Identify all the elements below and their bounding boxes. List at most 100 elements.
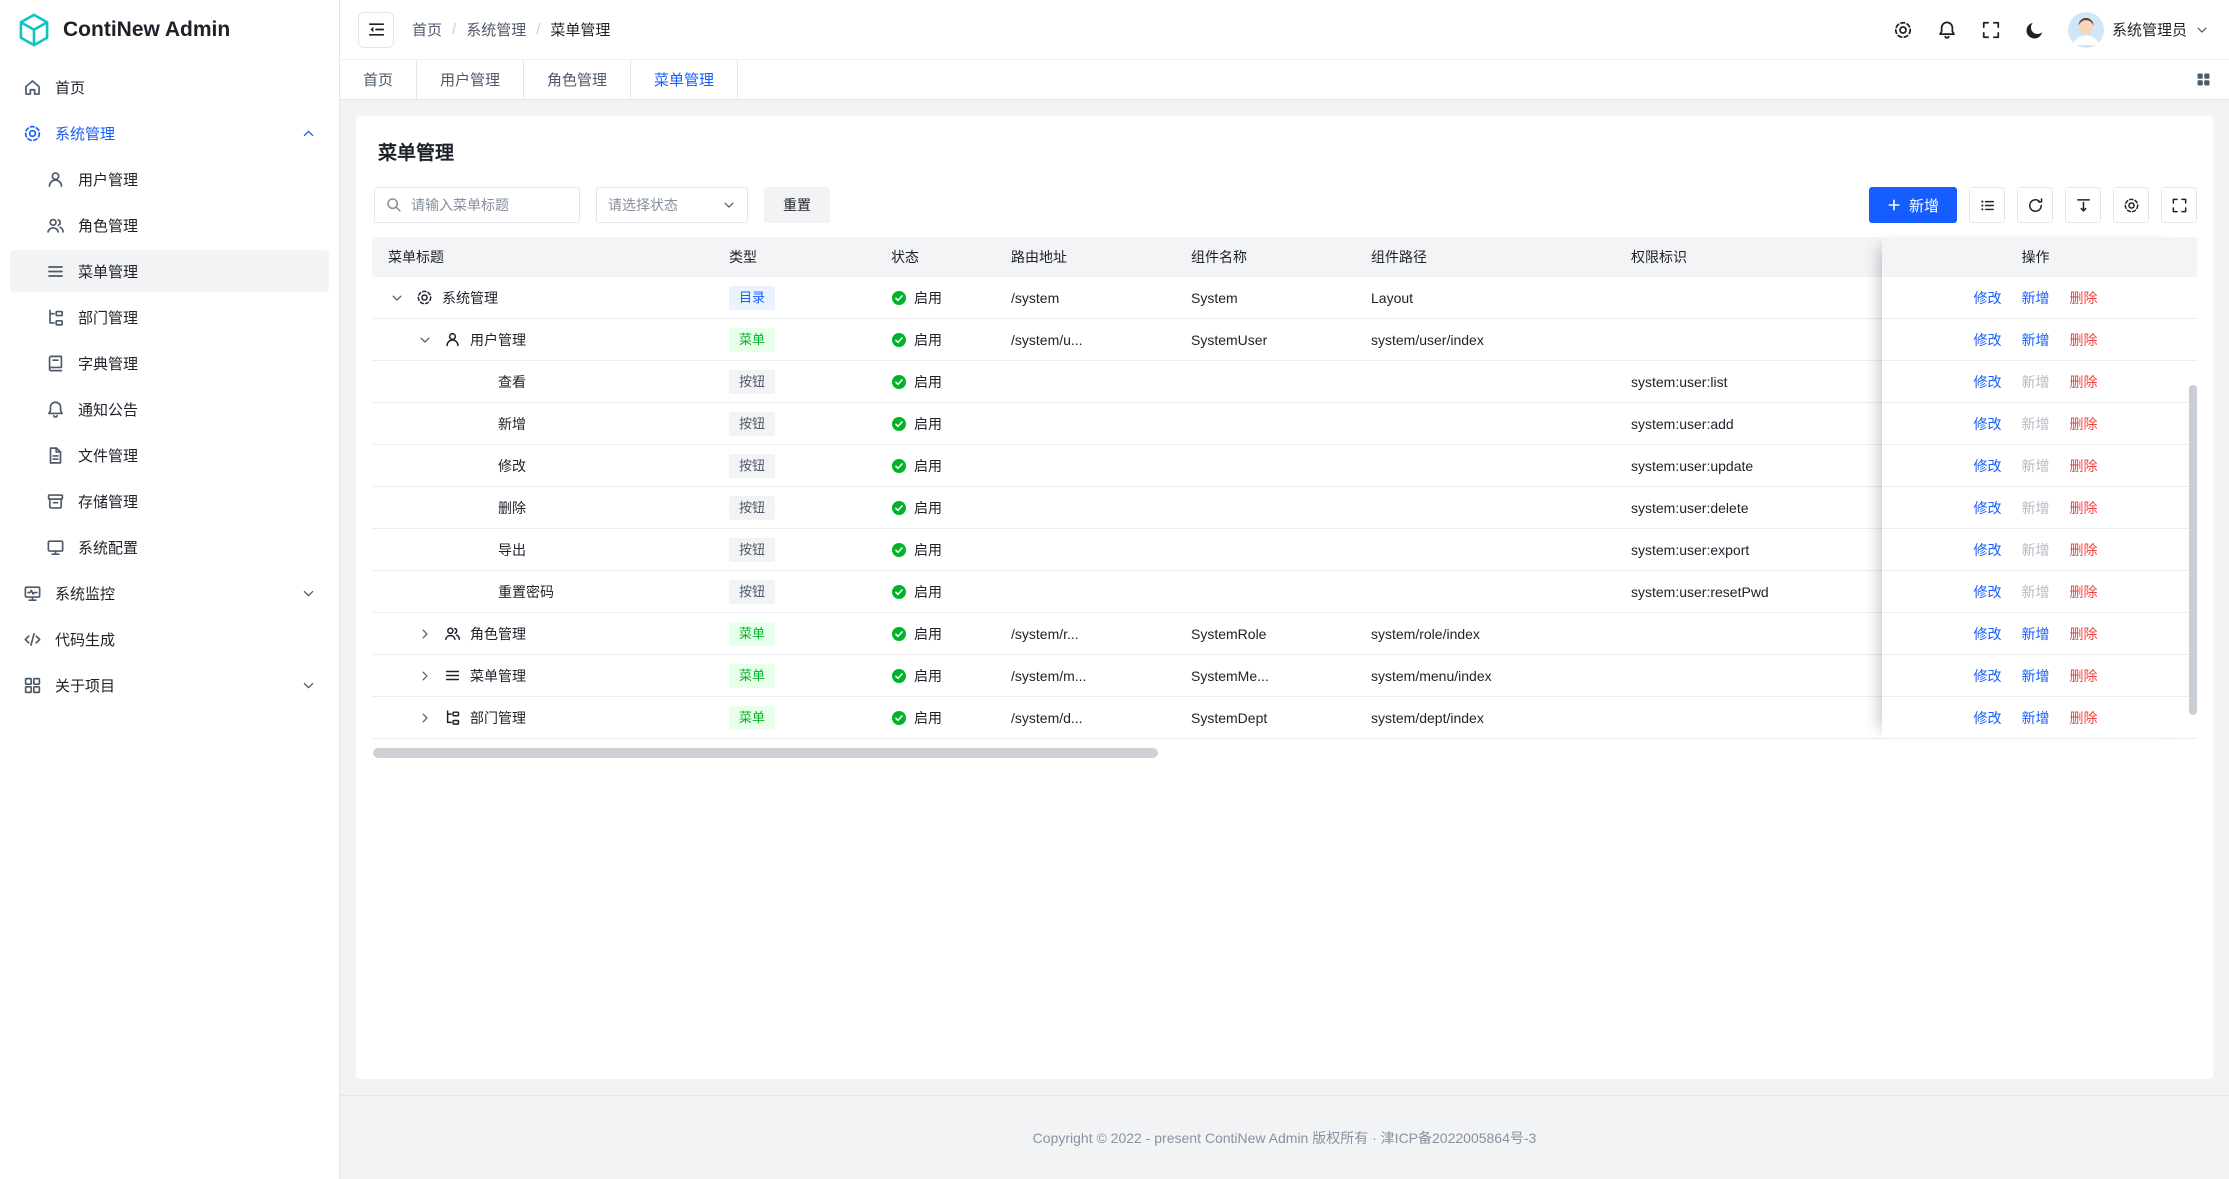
add-link[interactable]: 新增 [2022,624,2050,644]
edit-link[interactable]: 修改 [1974,414,2002,434]
tab-menu-management[interactable]: 菜单管理 [631,60,738,99]
breadcrumb-system[interactable]: 系统管理 [466,19,526,40]
delete-link[interactable]: 删除 [2070,498,2098,518]
sidebar-item-menu-management[interactable]: 菜单管理 [10,250,329,292]
horizontal-scrollbar-thumb[interactable] [373,748,1158,758]
page-title: 菜单管理 [378,138,2197,165]
delete-link[interactable]: 删除 [2070,330,2098,350]
sidebar-item-user-management[interactable]: 用户管理 [10,158,329,200]
chevron-right-icon[interactable] [418,711,444,725]
fullscreen-button[interactable] [1972,11,2010,49]
sidebar-item-storage-management[interactable]: 存储管理 [10,480,329,522]
status-label: 启用 [914,582,942,602]
edit-link[interactable]: 修改 [1974,372,2002,392]
add-link[interactable]: 新增 [2022,330,2050,350]
toolbar: 请选择状态 重置 新增 [374,187,2197,223]
delete-link[interactable]: 删除 [2070,372,2098,392]
chevron-right-icon[interactable] [418,669,444,683]
sidebar-item-dept-management[interactable]: 部门管理 [10,296,329,338]
row-title: 重置密码 [498,582,554,602]
column-header: 组件名称 [1175,247,1355,267]
edit-link[interactable]: 修改 [1974,288,2002,308]
sidebar-item-system-monitor[interactable]: 系统监控 [10,572,329,614]
vertical-scrollbar [2189,237,2197,739]
column-header-ops: 操作 [1882,237,2189,277]
status-label: 启用 [914,498,942,518]
edit-link[interactable]: 修改 [1974,708,2002,728]
sidebar-item-dict-management[interactable]: 字典管理 [10,342,329,384]
edit-link[interactable]: 修改 [1974,330,2002,350]
dark-mode-button[interactable] [2016,11,2054,49]
chevron-down-icon[interactable] [418,333,444,347]
delete-link[interactable]: 删除 [2070,666,2098,686]
table-row-actions: 修改 新增 删除 [1882,277,2189,319]
add-link[interactable]: 新增 [2022,666,2050,686]
sidebar-item-notice[interactable]: 通知公告 [10,388,329,430]
sidebar-item-system-config[interactable]: 系统配置 [10,526,329,568]
add-link: 新增 [2022,498,2050,518]
delete-link[interactable]: 删除 [2070,708,2098,728]
status-badge: 启用 [891,708,979,728]
type-badge: 菜单 [729,328,775,352]
row-title: 部门管理 [470,708,526,728]
row-title: 修改 [498,456,526,476]
edit-link[interactable]: 修改 [1974,498,2002,518]
delete-link[interactable]: 删除 [2070,414,2098,434]
delete-link[interactable]: 删除 [2070,456,2098,476]
sidebar-collapse-button[interactable] [358,12,394,48]
delete-link[interactable]: 删除 [2070,582,2098,602]
chevron-right-icon[interactable] [418,627,444,641]
edit-link[interactable]: 修改 [1974,666,2002,686]
sidebar-item-home[interactable]: 首页 [10,66,329,108]
sidebar-item-system-management[interactable]: 系统管理 [10,112,329,154]
reset-button[interactable]: 重置 [764,187,830,223]
tab-role-management[interactable]: 角色管理 [524,60,631,99]
menu-list-icon [46,262,65,281]
delete-link[interactable]: 删除 [2070,540,2098,560]
settings-button[interactable] [1884,11,1922,49]
column-header: 类型 [713,247,875,267]
chevron-down-icon[interactable] [390,291,416,305]
sidebar-item-about[interactable]: 关于项目 [10,664,329,706]
column-header: 组件路径 [1355,247,1615,267]
ops-column: 操作 修改 新增 删除 修改 新增 删除 修改 新增 删除 修改 新增 删除 修… [1882,237,2189,739]
delete-link[interactable]: 删除 [2070,624,2098,644]
vertical-scrollbar-thumb[interactable] [2189,385,2197,715]
user-menu[interactable]: 系统管理员 [2068,12,2209,48]
table-fullscreen-button[interactable] [2161,187,2197,223]
row-height-button[interactable] [2065,187,2101,223]
tree-cell: 导出 [372,540,713,560]
list-view-button[interactable] [1969,187,2005,223]
status-badge: 启用 [891,330,979,350]
chevron-down-icon [2195,23,2209,37]
cell-perm: system:user:list [1615,374,1883,390]
horizontal-scrollbar [372,748,2197,758]
cell-path: Layout [1355,290,1615,306]
refresh-button[interactable] [2017,187,2053,223]
edit-link[interactable]: 修改 [1974,582,2002,602]
edit-link[interactable]: 修改 [1974,456,2002,476]
edit-link[interactable]: 修改 [1974,624,2002,644]
row-title: 导出 [498,540,526,560]
tab-home[interactable]: 首页 [340,60,417,99]
tab-actions-button[interactable] [2178,60,2229,99]
edit-link[interactable]: 修改 [1974,540,2002,560]
tree-cell: 删除 [372,498,713,518]
column-header: 权限标识 [1615,247,1883,267]
breadcrumb-home[interactable]: 首页 [412,19,442,40]
cell-route: /system/d... [995,710,1175,726]
cell-route: /system/r... [995,626,1175,642]
delete-link[interactable]: 删除 [2070,288,2098,308]
add-link[interactable]: 新增 [2022,708,2050,728]
add-button[interactable]: 新增 [1869,187,1957,223]
column-settings-button[interactable] [2113,187,2149,223]
search-input[interactable] [374,187,580,223]
sidebar-item-code-generation[interactable]: 代码生成 [10,618,329,660]
tab-user-management[interactable]: 用户管理 [417,60,524,99]
sidebar-item-file-management[interactable]: 文件管理 [10,434,329,476]
check-circle-icon [891,542,907,558]
status-select[interactable]: 请选择状态 [596,187,748,223]
add-link[interactable]: 新增 [2022,288,2050,308]
notification-button[interactable] [1928,11,1966,49]
sidebar-item-role-management[interactable]: 角色管理 [10,204,329,246]
